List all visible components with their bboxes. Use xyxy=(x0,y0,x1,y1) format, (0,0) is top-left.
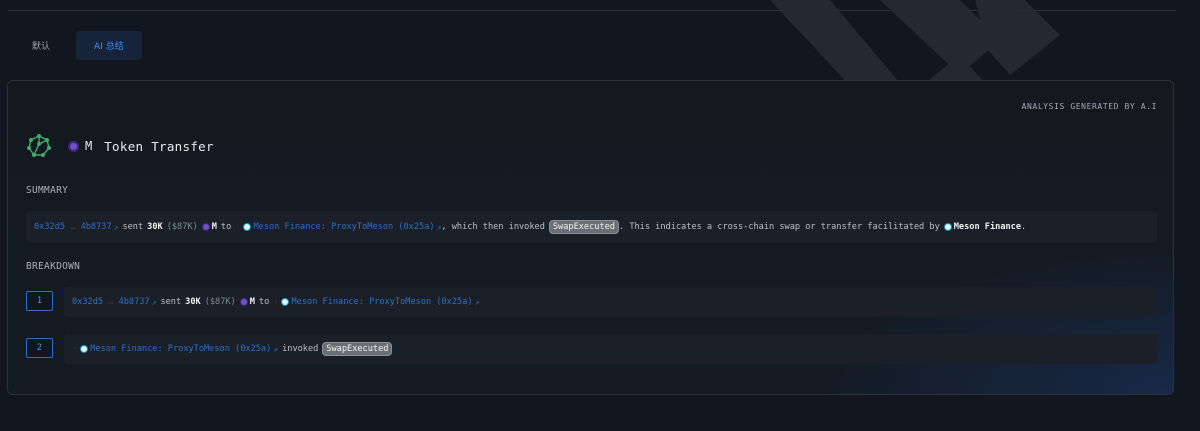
title-token-symbol: M xyxy=(85,139,93,153)
step-body: · Meson Finance: ProxyToMeson (0x25a) ↗ … xyxy=(64,334,1157,364)
to-word: to xyxy=(220,222,232,232)
step-body: 0x32d5 … 4b8737 ↗ sent 30K ($87K) M to ·… xyxy=(64,287,1157,317)
token-m-icon xyxy=(239,298,248,306)
token-m-icon xyxy=(201,223,210,231)
meson-finance-icon xyxy=(943,223,952,231)
breakdown-step: 1 0x32d5 … 4b8737 ↗ sent 30K ($87K) M to… xyxy=(26,287,1157,321)
top-divider xyxy=(8,10,1176,11)
tab-ai-summary[interactable]: AI 总结 xyxy=(76,31,142,60)
sent-verb: sent xyxy=(122,222,144,232)
copy-address-icon[interactable]: ↗ xyxy=(114,223,119,232)
step-number: 1 xyxy=(26,291,53,311)
summary-mid-text: , which then invoked xyxy=(441,222,545,232)
entity-link[interactable]: Meson Finance: ProxyToMeson (0x25a) xyxy=(90,344,271,354)
amount-value: 30K xyxy=(147,222,163,232)
meson-finance-icon xyxy=(281,298,290,306)
summary-tail-text: . This indicates a cross-chain swap or t… xyxy=(618,222,940,232)
view-tabs: 默认 AI 总结 xyxy=(18,31,142,60)
meson-finance-icon xyxy=(243,223,252,231)
token-symbol-link[interactable]: M xyxy=(250,297,255,307)
invoked-verb: invoked xyxy=(282,344,319,354)
from-address-link[interactable]: 0x32d5 … 4b8737 xyxy=(34,222,112,232)
token-m-icon xyxy=(68,140,79,152)
breakdown-heading: BREAKDOWN xyxy=(26,261,81,272)
meson-finance-icon xyxy=(80,345,89,353)
to-word: to xyxy=(258,297,270,307)
summary-box: 0x32d5 … 4b8737 ↗ sent 30K ($87K) M to ·… xyxy=(26,211,1157,243)
token-symbol-link[interactable]: M xyxy=(212,222,217,232)
event-badge[interactable]: SwapExecuted xyxy=(322,342,393,356)
from-address-link[interactable]: 0x32d5 … 4b8737 xyxy=(72,297,150,307)
breakdown-step: 2 · Meson Finance: ProxyToMeson (0x25a) … xyxy=(26,334,1157,368)
summary-end-text: . xyxy=(1021,222,1027,232)
panel-title-row: M Token Transfer xyxy=(26,133,214,159)
copy-address-icon[interactable]: ↗ xyxy=(475,298,480,307)
to-entity-link[interactable]: Meson Finance: ProxyToMeson (0x25a) xyxy=(253,222,434,232)
amount-usd: ($87K) xyxy=(166,222,198,232)
to-entity-link[interactable]: Meson Finance: ProxyToMeson (0x25a) xyxy=(291,297,472,307)
tab-default[interactable]: 默认 xyxy=(18,31,64,60)
amount-usd: ($87K) xyxy=(204,297,236,307)
network-graph-icon xyxy=(27,134,51,157)
page-title: Token Transfer xyxy=(104,138,214,154)
amount-value: 30K xyxy=(185,297,201,307)
analysis-panel: ANALYSIS GENERATED BY A.I M Token Transf… xyxy=(7,80,1174,395)
sent-verb: sent xyxy=(160,297,182,307)
copy-address-icon[interactable]: ↗ xyxy=(273,345,278,354)
copy-address-icon[interactable]: ↗ xyxy=(152,298,157,307)
ai-generated-label: ANALYSIS GENERATED BY A.I xyxy=(1021,102,1157,111)
step-number: 2 xyxy=(26,338,53,358)
event-badge[interactable]: SwapExecuted xyxy=(548,220,619,234)
summary-heading: SUMMARY xyxy=(26,185,69,196)
protocol-link[interactable]: Meson Finance xyxy=(954,222,1021,232)
